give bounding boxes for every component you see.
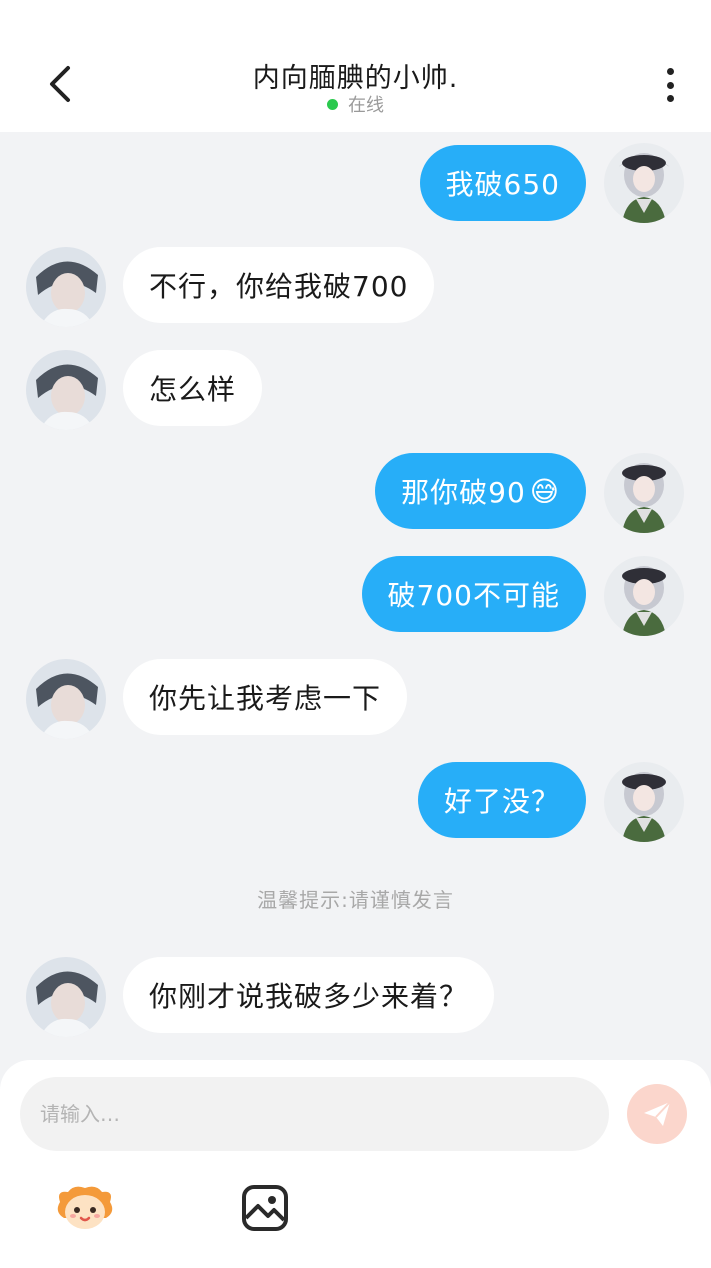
more-dot <box>666 95 674 102</box>
system-notice: 温馨提示:请谨慎发言 <box>257 888 454 912</box>
message-row: 你先让我考虑一下 <box>0 659 711 739</box>
message-text: 你先让我考虑一下 <box>149 682 382 715</box>
image-button[interactable] <box>241 1184 289 1232</box>
more-options-button[interactable] <box>655 64 685 106</box>
my-avatar[interactable] <box>604 556 684 636</box>
message-text: 好了没？ <box>443 785 560 818</box>
more-dot <box>666 81 674 89</box>
message-bubble-out[interactable]: 好了没？ <box>417 762 586 838</box>
message-row: 你刚才说我破多少来着？ <box>0 957 711 1037</box>
message-text: 那你破90 <box>401 476 526 509</box>
contact-avatar-image <box>26 350 106 430</box>
message-bubble-out[interactable]: 我破650 <box>419 145 586 221</box>
my-avatar-image <box>604 762 684 842</box>
message-composer <box>0 1060 711 1268</box>
send-button[interactable] <box>627 1084 687 1144</box>
my-avatar-image <box>604 556 684 636</box>
message-bubble-out[interactable]: 那你破90 😅 <box>375 453 586 529</box>
sweat-smile-emoji: 😅 <box>529 474 560 508</box>
my-avatar[interactable] <box>604 143 684 223</box>
contact-avatar[interactable] <box>26 350 106 430</box>
message-row: 不行，你给我破700 <box>0 247 711 327</box>
contact-avatar-image <box>26 957 106 1037</box>
image-icon <box>242 1185 288 1231</box>
message-bubble-in[interactable]: 不行，你给我破700 <box>123 247 435 323</box>
my-avatar[interactable] <box>604 762 684 842</box>
my-avatar-image <box>604 143 684 223</box>
message-row: 好了没？ <box>0 762 711 842</box>
chat-title: 内向腼腆的小帅. <box>252 63 459 94</box>
my-avatar[interactable] <box>604 453 684 533</box>
online-status: 在线 <box>0 91 711 117</box>
chat-header: 内向腼腆的小帅. 在线 <box>0 0 711 132</box>
message-text: 破700不可能 <box>387 579 560 612</box>
contact-avatar[interactable] <box>26 957 106 1037</box>
message-text: 不行，你给我破700 <box>149 270 409 303</box>
message-bubble-in[interactable]: 你刚才说我破多少来着？ <box>123 957 495 1033</box>
chat-screen: 内向腼腆的小帅. 在线 我破650 不行，你给我破700 怎么样 那你破90 😅… <box>0 0 711 1268</box>
message-row: 怎么样 <box>0 350 711 430</box>
message-row: 破700不可能 <box>0 556 711 636</box>
more-vertical-icon <box>666 68 674 75</box>
message-row: 我破650 <box>0 143 711 223</box>
contact-avatar-image <box>26 247 106 327</box>
message-text: 你刚才说我破多少来着？ <box>149 980 469 1013</box>
message-bubble-out[interactable]: 破700不可能 <box>361 556 586 632</box>
message-text: 我破650 <box>445 168 560 201</box>
message-input-box <box>20 1077 609 1151</box>
send-icon <box>644 1101 671 1126</box>
sticker-icon <box>57 1186 113 1229</box>
message-row: 那你破90 😅 <box>0 453 711 533</box>
online-dot <box>327 99 338 110</box>
message-bubble-in[interactable]: 怎么样 <box>123 350 263 426</box>
sticker-button[interactable] <box>54 1182 116 1234</box>
contact-avatar-image <box>26 659 106 739</box>
message-bubble-in[interactable]: 你先让我考虑一下 <box>123 659 408 735</box>
my-avatar-image <box>604 453 684 533</box>
contact-avatar[interactable] <box>26 659 106 739</box>
message-input[interactable] <box>40 1102 589 1126</box>
message-text: 怎么样 <box>149 373 237 406</box>
contact-avatar[interactable] <box>26 247 106 327</box>
online-status-label: 在线 <box>348 95 384 116</box>
